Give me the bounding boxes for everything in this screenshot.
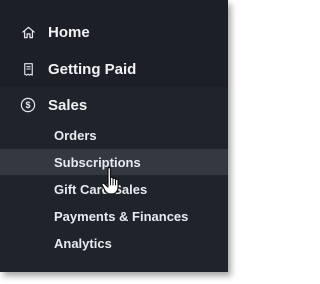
sidebar-menu: Home Getting Paid $ Sales Orders Subscri…	[0, 0, 228, 272]
sidebar-item-getting-paid[interactable]: Getting Paid	[0, 51, 228, 87]
sidebar-item-sales[interactable]: $ Sales	[0, 87, 228, 123]
receipt-icon	[20, 61, 36, 77]
subitem-label: Payments & Finances	[54, 208, 189, 224]
sidebar-item-label: Getting Paid	[48, 60, 137, 78]
sidebar-subitem-payments-finances[interactable]: Payments & Finances	[0, 203, 228, 229]
svg-text:$: $	[25, 100, 30, 110]
subitem-label: Subscriptions	[54, 154, 141, 170]
sidebar-subitem-orders[interactable]: Orders	[0, 122, 228, 148]
home-icon	[20, 24, 36, 40]
sidebar-item-label: Home	[48, 23, 90, 41]
sidebar-item-home[interactable]: Home	[0, 14, 228, 50]
hand-pointer-icon	[100, 166, 126, 196]
dollar-circle-icon: $	[20, 97, 36, 113]
subitem-label: Orders	[54, 127, 97, 143]
subitem-label: Analytics	[54, 235, 112, 251]
sidebar-item-label: Sales	[48, 96, 88, 114]
sidebar-subitem-analytics[interactable]: Analytics	[0, 230, 228, 256]
